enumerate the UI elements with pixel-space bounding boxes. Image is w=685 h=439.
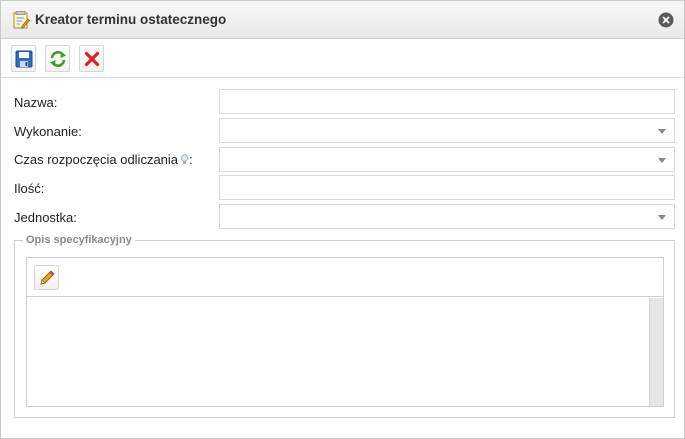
dialog-title: Kreator terminu ostatecznego [35,12,227,27]
dialog-toolbar [1,40,684,78]
quantity-input[interactable] [219,175,675,200]
specification-text-area[interactable] [27,298,649,406]
chevron-down-icon [658,158,666,163]
unit-select[interactable] [219,204,675,229]
unit-label: Jednostka: [14,210,77,225]
editor-scrollbar[interactable] [649,298,663,406]
form-edit-icon [13,11,30,29]
name-label: Nazwa: [14,95,58,110]
specification-legend: Opis specyfikacyjny [23,234,135,246]
execution-label: Wykonanie: [14,124,82,139]
execution-select[interactable] [219,118,675,143]
save-disk-icon [15,50,33,68]
chevron-down-icon [658,215,666,220]
cancel-button[interactable] [79,45,104,72]
countdown-start-label: Czas rozpoczęcia odliczania : [14,152,193,167]
countdown-start-label-colon: : [189,152,193,167]
dialog-titlebar: Kreator terminu ostatecznego [1,1,684,39]
countdown-start-select[interactable] [219,147,675,172]
countdown-start-label-text: Czas rozpoczęcia odliczania [14,152,179,167]
cancel-x-icon [84,51,100,67]
edit-button[interactable] [34,265,59,290]
specification-editor [26,257,664,407]
close-icon[interactable] [658,12,674,28]
save-button[interactable] [11,45,36,72]
chevron-down-icon [658,129,666,134]
quantity-label: Ilość: [14,181,45,196]
name-input[interactable] [219,89,675,114]
deadline-creator-dialog: Kreator terminu ostatecznego Nazwa: Wyko… [0,0,685,439]
pencil-icon [40,270,55,285]
lightbulb-hint-icon[interactable] [180,154,189,165]
editor-toolbar [27,258,663,297]
refresh-button[interactable] [45,45,70,72]
refresh-arrows-icon [50,51,66,67]
